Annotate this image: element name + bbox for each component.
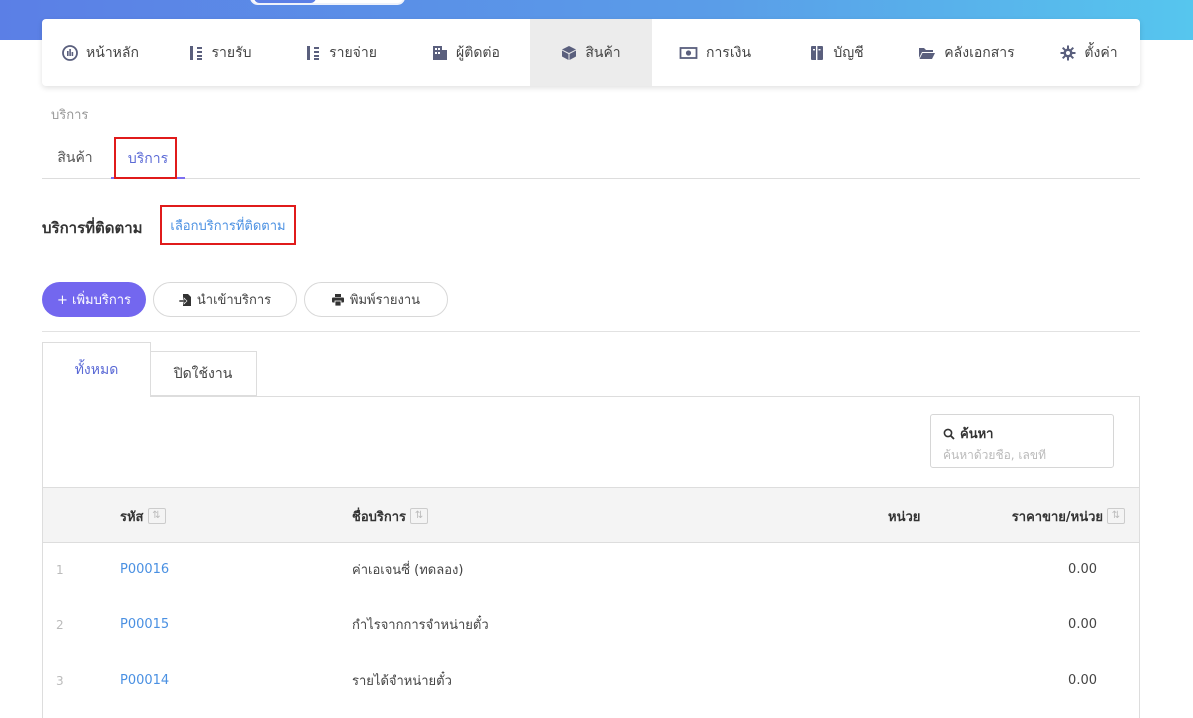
row-index: 1: [56, 562, 64, 577]
service-code-link[interactable]: P00015: [120, 597, 169, 652]
ledger-icon: [811, 45, 824, 60]
tab-services[interactable]: บริการ: [111, 140, 185, 179]
table-row[interactable]: 3 P00014 รายได้จำหน่ายตั๋ว 0.00: [43, 653, 1139, 708]
tab-all[interactable]: ทั้งหมด: [42, 342, 151, 397]
table-row[interactable]: 2 P00015 กำไรจากการจำหน่ายตั๋ว 0.00: [43, 597, 1139, 652]
import-file-icon: [178, 293, 191, 306]
section-divider: [42, 331, 1140, 332]
service-price: 0.00: [1068, 617, 1097, 632]
money-icon: [679, 46, 698, 59]
printer-icon: [331, 293, 344, 306]
search-box: ค้นหา: [930, 414, 1114, 468]
column-header-price-label: ราคาขาย/หน่วย: [1011, 509, 1103, 525]
nav-item-home[interactable]: หน้าหลัก: [42, 19, 159, 86]
income-icon: [189, 45, 202, 60]
import-service-label: นำเข้าบริการ: [196, 293, 272, 308]
column-header-code-label: รหัส: [120, 509, 144, 525]
nav-item-contacts[interactable]: ผู้ติดต่อ: [402, 19, 530, 86]
services-table-panel: ค้นหา รหัส ⇅ ชื่อบริการ ⇅ หน่วย ราคาขาย/…: [42, 396, 1140, 718]
column-header-name[interactable]: ชื่อบริการ ⇅: [352, 488, 429, 544]
service-name: ค่าเอเจนซี่ (ทดลอง): [352, 563, 464, 578]
add-service-label: + เพิ่มบริการ: [57, 293, 131, 308]
expense-icon: [307, 45, 320, 60]
column-header-unit-label: หน่วย: [888, 509, 921, 525]
nav-item-label: การเงิน: [705, 44, 752, 61]
print-report-label: พิมพ์รายงาน: [349, 293, 421, 308]
sort-icon[interactable]: ⇅: [410, 508, 429, 524]
row-index: 2: [56, 617, 64, 632]
service-code-link[interactable]: P00016: [120, 542, 169, 597]
box-icon: [562, 45, 577, 60]
service-price: 0.00: [1068, 673, 1097, 688]
nav-item-label: คลังเอกสาร: [944, 44, 1015, 61]
table-header: รหัส ⇅ ชื่อบริการ ⇅ หน่วย ราคาขาย/หน่วย …: [43, 487, 1139, 543]
nav-item-label: ผู้ติดต่อ: [456, 44, 500, 61]
tab-disabled[interactable]: ปิดใช้งาน: [149, 351, 257, 396]
followed-services-label: บริการที่ติดตาม: [42, 219, 143, 237]
nav-item-documents[interactable]: คลังเอกสาร: [895, 19, 1038, 86]
nav-item-expense[interactable]: รายจ่าย: [280, 19, 402, 86]
nav-item-label: รายรับ: [211, 44, 252, 61]
service-name: รายได้จำหน่ายตั๋ว: [352, 674, 452, 689]
search-title: ค้นหา: [943, 423, 1101, 444]
table-row[interactable]: 1 P00016 ค่าเอเจนซี่ (ทดลอง) 0.00: [43, 542, 1139, 597]
print-report-button[interactable]: พิมพ์รายงาน: [304, 282, 448, 317]
mode-toggle-active: [254, 0, 316, 3]
import-service-button[interactable]: นำเข้าบริการ: [153, 282, 297, 317]
select-followed-services-link[interactable]: เลือกบริการที่ติดตาม: [160, 205, 296, 245]
gear-icon: [1060, 45, 1076, 60]
nav-item-label: ตั้งค่า: [1084, 44, 1118, 61]
column-header-unit: หน่วย: [888, 488, 920, 544]
nav-item-label: บัญชี: [833, 44, 864, 61]
sort-icon[interactable]: ⇅: [147, 508, 166, 524]
nav-item-settings[interactable]: ตั้งค่า: [1038, 19, 1140, 86]
service-code-link[interactable]: P00014: [120, 653, 169, 708]
breadcrumb: บริการ: [51, 108, 89, 123]
column-header-code[interactable]: รหัส ⇅: [120, 488, 166, 544]
service-name: กำไรจากการจำหน่ายตั๋ว: [352, 618, 489, 633]
add-service-button[interactable]: + เพิ่มบริการ: [42, 282, 146, 317]
nav-item-accounting[interactable]: บัญชี: [778, 19, 895, 86]
column-header-name-label: ชื่อบริการ: [352, 509, 407, 525]
nav-item-label: สินค้า: [585, 44, 621, 61]
mode-toggle[interactable]: [250, 0, 405, 5]
column-header-price[interactable]: ราคาขาย/หน่วย ⇅: [1012, 488, 1125, 544]
dashboard-icon: [62, 44, 78, 61]
search-title-label: ค้นหา: [960, 427, 994, 442]
folder-icon: [919, 47, 936, 59]
nav-item-label: รายจ่าย: [329, 44, 377, 61]
search-input[interactable]: [943, 448, 1103, 462]
nav-item-products[interactable]: สินค้า: [530, 19, 652, 86]
category-tabs: สินค้า บริการ: [42, 140, 1140, 179]
contacts-icon: [433, 45, 448, 60]
nav-item-income[interactable]: รายรับ: [159, 19, 280, 86]
row-index: 3: [56, 673, 64, 688]
nav-item-label: หน้าหลัก: [86, 44, 139, 61]
main-navbar: หน้าหลัก รายรับ รายจ่าย ผู้ติดต่อ สินค้า…: [42, 19, 1140, 86]
sort-icon[interactable]: ⇅: [1107, 508, 1125, 524]
search-icon: [943, 428, 955, 440]
tab-products[interactable]: สินค้า: [50, 138, 100, 177]
service-price: 0.00: [1068, 562, 1097, 577]
nav-item-finance[interactable]: การเงิน: [652, 19, 778, 86]
